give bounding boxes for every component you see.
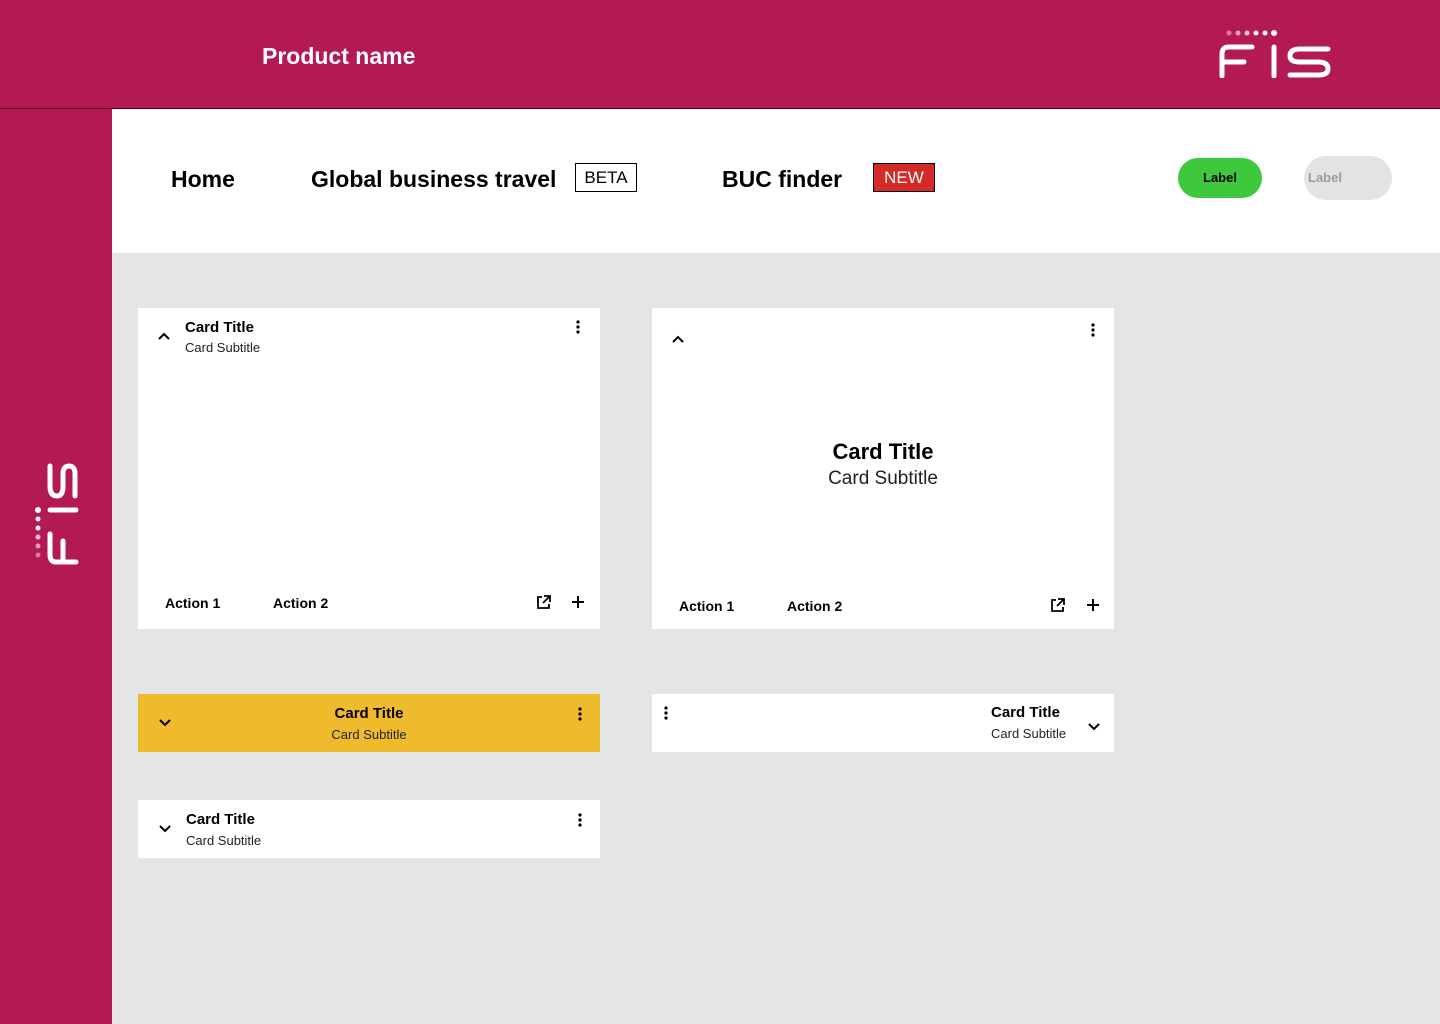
card-expanded: Card Title Card Subtitle Action 1 Action… xyxy=(138,308,600,629)
fis-logo-icon xyxy=(35,463,79,565)
plus-icon[interactable] xyxy=(1085,597,1101,613)
card-subtitle: Card Subtitle xyxy=(828,468,938,489)
card-subtitle: Card Subtitle xyxy=(331,727,407,742)
card-subtitle: Card Subtitle xyxy=(185,340,261,355)
card-title: Card Title xyxy=(185,319,254,336)
fis-logo-icon xyxy=(1219,30,1331,78)
top-header: Product name xyxy=(0,0,1440,109)
chevron-down-icon[interactable] xyxy=(157,821,173,837)
sidebar xyxy=(0,109,112,1024)
action-2-button[interactable]: Action 2 xyxy=(787,598,842,614)
new-badge: NEW xyxy=(873,163,935,192)
action-1-button[interactable]: Action 1 xyxy=(679,598,734,614)
open-external-icon[interactable] xyxy=(1048,596,1066,614)
card-collapsed-highlighted[interactable]: Card Title Card Subtitle xyxy=(138,694,600,752)
card-title: Card Title xyxy=(334,705,404,722)
label-button[interactable]: Label xyxy=(1178,158,1262,198)
plus-icon[interactable] xyxy=(570,594,586,610)
more-vertical-icon[interactable] xyxy=(1085,322,1101,338)
product-name: Product name xyxy=(262,43,416,69)
more-vertical-icon[interactable] xyxy=(572,706,588,722)
nav-item-buc-finder[interactable]: BUC finder xyxy=(722,165,842,193)
more-vertical-icon[interactable] xyxy=(572,812,588,828)
card-title: Card Title xyxy=(832,439,934,464)
nav-bar: Home Global business travel BETA BUC fin… xyxy=(112,110,1440,253)
card-collapsed-right[interactable]: Card Title Card Subtitle xyxy=(652,694,1114,752)
card-title: Card Title xyxy=(186,811,255,828)
label-button-disabled: Label xyxy=(1304,156,1392,200)
card-centered: Card Title Card Subtitle Action 1 Action… xyxy=(652,308,1114,629)
card-subtitle: Card Subtitle xyxy=(991,726,1067,741)
action-1-button[interactable]: Action 1 xyxy=(165,595,220,611)
action-2-button[interactable]: Action 2 xyxy=(273,595,328,611)
nav-item-home[interactable]: Home xyxy=(171,165,235,193)
more-vertical-icon[interactable] xyxy=(570,319,586,335)
beta-badge: BETA xyxy=(575,163,637,192)
chevron-up-icon[interactable] xyxy=(156,328,172,344)
nav-item-global-business-travel[interactable]: Global business travel xyxy=(311,165,556,193)
more-vertical-icon[interactable] xyxy=(658,705,674,721)
open-external-icon[interactable] xyxy=(534,593,552,611)
chevron-down-icon[interactable] xyxy=(1086,719,1102,735)
chevron-up-icon[interactable] xyxy=(670,331,686,347)
card-subtitle: Card Subtitle xyxy=(186,833,262,848)
card-title: Card Title xyxy=(991,704,1060,721)
card-collapsed[interactable]: Card Title Card Subtitle xyxy=(138,800,600,858)
